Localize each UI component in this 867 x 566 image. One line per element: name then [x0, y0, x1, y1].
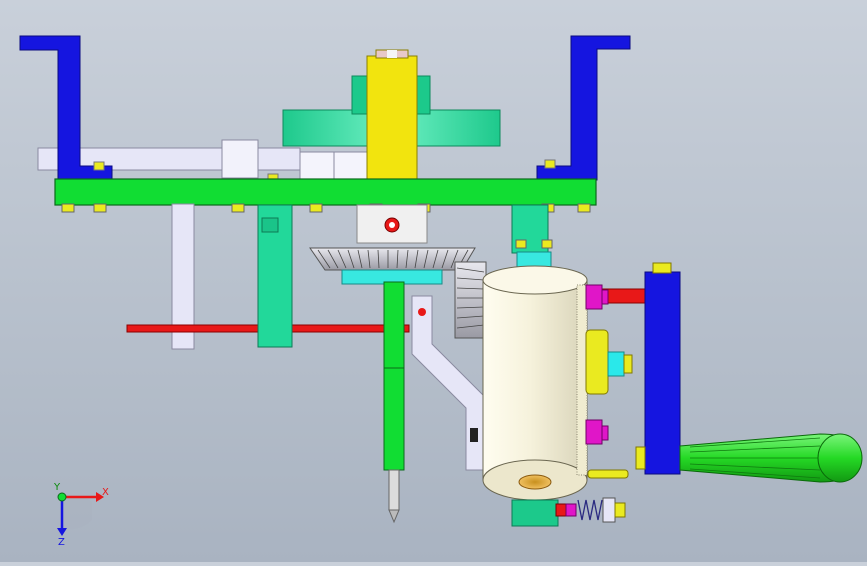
z-axis-label: Z: [58, 537, 65, 548]
bracket-bolt: [470, 428, 478, 442]
adjust-screw[interactable]: [587, 469, 629, 479]
bevel-gear-hub[interactable]: [356, 204, 428, 244]
left-teal-column[interactable]: [257, 204, 293, 348]
side-disc[interactable]: [585, 329, 633, 395]
main-shaft[interactable]: [366, 49, 418, 181]
cad-viewport[interactable]: X Y Z: [0, 0, 867, 562]
right-teal-column[interactable]: [511, 204, 553, 275]
vertical-bevel-gear[interactable]: [454, 261, 487, 339]
y-axis-label: Y: [53, 482, 61, 493]
coordinate-triad: X Y Z: [53, 482, 109, 548]
crank-handle[interactable]: [679, 433, 863, 483]
spring-assembly[interactable]: [511, 497, 626, 527]
y-axis-marker: [57, 492, 67, 502]
horizontal-bevel-gear[interactable]: [309, 247, 476, 285]
assembly-drawing[interactable]: X Y Z: [0, 0, 867, 562]
drive-cylinder[interactable]: [482, 265, 588, 501]
lower-shaft[interactable]: [383, 281, 405, 524]
x-axis-label: X: [102, 487, 109, 498]
right-frame-bracket[interactable]: [536, 35, 631, 181]
base-plate[interactable]: [54, 178, 597, 206]
